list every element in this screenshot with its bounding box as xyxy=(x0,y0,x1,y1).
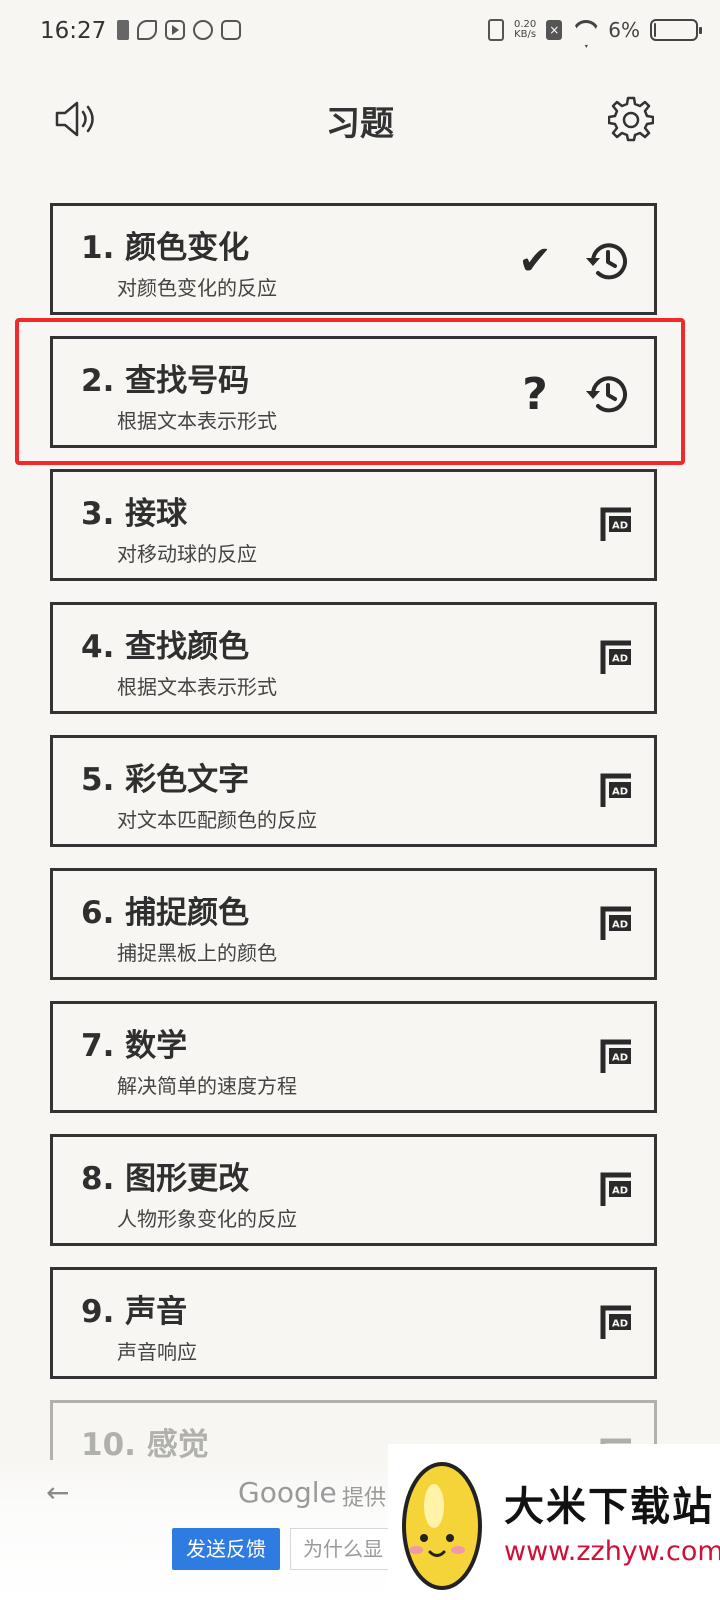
chat-app-icon xyxy=(221,20,241,40)
send-feedback-button[interactable]: 发送反馈 xyxy=(172,1528,280,1570)
exercise-item[interactable]: 7. 数学解决简单的速度方程 AD xyxy=(50,1001,657,1113)
exercise-title: 3. 接球 xyxy=(81,496,188,532)
no-sim-icon: × xyxy=(546,20,563,40)
exercise-subtitle: 声音响应 xyxy=(117,1340,197,1364)
exercise-item[interactable]: 4. 查找颜色根据文本表示形式 AD xyxy=(50,602,657,714)
ad-lock-icon: AD xyxy=(597,505,637,545)
exercise-item[interactable]: 6. 捕捉颜色捕捉黑板上的颜色 AD xyxy=(50,868,657,980)
watermark-title: 大米下载站 xyxy=(504,1484,714,1530)
history-icon[interactable] xyxy=(583,236,631,286)
svg-text:AD: AD xyxy=(612,1186,628,1197)
header: 习题 xyxy=(0,86,720,150)
question-icon: ? xyxy=(522,368,548,420)
exercise-subtitle: 对颜色变化的反应 xyxy=(117,276,277,300)
exercise-title: 5. 彩色文字 xyxy=(81,762,250,798)
sim-icon xyxy=(117,20,129,40)
exercise-item[interactable]: 3. 接球对移动球的反应 AD xyxy=(50,469,657,581)
system-icons: 0.20 KB/s × 6% xyxy=(488,18,702,42)
leaf-app-icon xyxy=(137,20,157,40)
svg-text:AD: AD xyxy=(612,1053,628,1064)
ad-lock-icon: AD xyxy=(597,904,637,944)
ad-lock-icon: AD xyxy=(597,1303,637,1343)
net-speed-unit: KB/s xyxy=(514,29,537,40)
exercise-title: 6. 捕捉颜色 xyxy=(81,895,250,931)
net-speed: 0.20 KB/s xyxy=(514,20,536,40)
battery-icon xyxy=(650,19,702,41)
q-app-icon xyxy=(193,20,213,40)
exercise-title: 8. 图形更改 xyxy=(81,1161,250,1197)
gear-icon xyxy=(608,96,654,142)
ad-back-button[interactable]: ← xyxy=(46,1476,69,1509)
exercise-subtitle: 对移动球的反应 xyxy=(117,542,257,566)
exercise-subtitle: 捕捉黑板上的颜色 xyxy=(117,941,277,965)
google-logo: Google xyxy=(238,1476,337,1509)
exercise-title: 2. 查找号码 xyxy=(81,363,250,399)
battery-percent: 6% xyxy=(608,18,640,42)
svg-text:AD: AD xyxy=(612,787,628,798)
status-time: 16:27 xyxy=(40,18,107,44)
exercise-subtitle: 根据文本表示形式 xyxy=(117,675,277,699)
svg-text:AD: AD xyxy=(612,920,628,931)
exercise-item[interactable]: 5. 彩色文字对文本匹配颜色的反应 AD xyxy=(50,735,657,847)
checkmark-icon: ✔ xyxy=(518,238,552,284)
notification-icons xyxy=(117,20,241,40)
history-icon[interactable] xyxy=(583,369,631,419)
vibrate-icon xyxy=(488,19,504,41)
battery-level xyxy=(654,23,657,37)
svg-text:AD: AD xyxy=(612,521,628,532)
svg-text:AD: AD xyxy=(612,1319,628,1330)
play-app-icon xyxy=(165,20,185,40)
exercise-item[interactable]: 1. 颜色变化对颜色变化的反应 ✔ xyxy=(50,203,657,315)
watermark: 大米下载站 www.zzhyw.com xyxy=(388,1444,720,1600)
exercise-title: 10. 感觉 xyxy=(81,1427,209,1463)
exercise-title: 1. 颜色变化 xyxy=(81,230,250,266)
ad-lock-icon: AD xyxy=(597,1170,637,1210)
exercise-item[interactable]: 9. 声音声音响应 AD xyxy=(50,1267,657,1379)
ad-provided-label: 提供 xyxy=(342,1486,387,1511)
ad-lock-icon: AD xyxy=(597,638,637,678)
svg-text:AD: AD xyxy=(612,654,628,665)
rice-mascot-icon xyxy=(402,1462,482,1590)
ad-lock-icon: AD xyxy=(597,1037,637,1077)
exercise-subtitle: 人物形象变化的反应 xyxy=(117,1207,297,1231)
exercise-title: 9. 声音 xyxy=(81,1294,188,1330)
exercise-title: 7. 数学 xyxy=(81,1028,188,1064)
exercise-subtitle: 解决简单的速度方程 xyxy=(117,1074,297,1098)
exercise-subtitle: 根据文本表示形式 xyxy=(117,409,277,433)
settings-button[interactable] xyxy=(606,94,656,144)
watermark-url: www.zzhyw.com xyxy=(504,1536,720,1567)
why-this-ad-button[interactable]: 为什么显 xyxy=(290,1528,400,1570)
exercise-title: 4. 查找颜色 xyxy=(81,629,250,665)
status-bar: 16:27 0.20 KB/s × 6% xyxy=(0,0,720,66)
exercise-item[interactable]: 8. 图形更改人物形象变化的反应 AD xyxy=(50,1134,657,1246)
exercise-item[interactable]: 2. 查找号码根据文本表示形式? xyxy=(50,336,657,448)
wifi-icon xyxy=(572,20,598,40)
ad-lock-icon: AD xyxy=(597,771,637,811)
exercise-subtitle: 对文本匹配颜色的反应 xyxy=(117,808,317,832)
